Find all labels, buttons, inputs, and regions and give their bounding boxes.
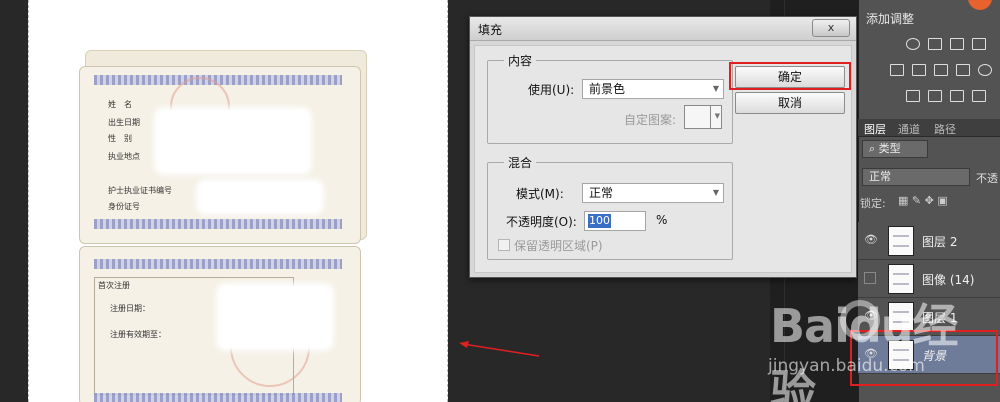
field-label: 身份证号 <box>108 202 140 211</box>
blend-mode-value: 正常 <box>869 170 891 183</box>
opacity-value: 100 <box>588 214 611 228</box>
tab-paths[interactable]: 路径 <box>934 121 956 137</box>
layer-name: 图像 (14) <box>922 273 975 287</box>
visibility-box[interactable] <box>864 272 876 284</box>
blend-mode-select[interactable]: 正常 <box>862 168 970 186</box>
eye-icon[interactable]: 👁 <box>864 234 878 246</box>
use-value: 前景色 <box>589 82 626 96</box>
mode-value: 正常 <box>589 186 614 200</box>
layer-row[interactable]: 👁 图层 2 <box>858 222 1000 260</box>
fill-dialog: 填充 x 内容 使用(U): 前景色 ▼ 自定图案: ▼ 混合 模式(M): 正… <box>469 16 857 278</box>
watermark-brand: Baidu经验 <box>770 299 959 402</box>
photoshop-workspace: 姓 名 出生日期 性 别 执业地点 护士执业证书编号 身份证号 首次注册 注册日… <box>0 0 1000 402</box>
watermark-url: jingyan.baidu.com <box>768 356 925 376</box>
ok-highlight-box <box>729 62 851 90</box>
chevron-down-icon: ▼ <box>712 188 719 197</box>
content-group: 内容 使用(U): 前景色 ▼ 自定图案: ▼ <box>487 52 733 144</box>
cancel-button[interactable]: 取消 <box>735 92 845 114</box>
vibrance-icon[interactable] <box>890 64 904 76</box>
curves-icon[interactable] <box>950 38 964 50</box>
pattern-band <box>94 393 342 402</box>
brightness-icon[interactable] <box>906 38 920 50</box>
opacity-unit: % <box>656 213 668 227</box>
opacity-input[interactable]: 100 <box>584 211 646 231</box>
search-icon: ⌕ <box>869 142 876 155</box>
invert-icon[interactable] <box>906 90 920 102</box>
chevron-down-icon: ▼ <box>714 112 720 120</box>
preserve-transparency-checkbox[interactable] <box>498 239 510 251</box>
photo-filter-icon[interactable] <box>978 64 992 76</box>
levels-icon[interactable] <box>928 38 942 50</box>
filter-value: 类型 <box>878 142 901 155</box>
field-label: 执业地点 <box>108 152 140 161</box>
document-bottom-page: 首次注册 注册日期： 注册有效期至： <box>79 246 361 402</box>
field-label: 性 别 <box>108 134 132 143</box>
mode-label: 模式(M): <box>516 187 564 201</box>
opacity-label: 不透明度(O): <box>506 215 577 229</box>
close-button[interactable]: x <box>812 19 850 37</box>
section-title: 首次注册 <box>98 281 130 290</box>
tab-layers[interactable]: 图层 <box>864 121 886 137</box>
bw-icon[interactable] <box>956 64 970 76</box>
color-balance-icon[interactable] <box>934 64 948 76</box>
layer-name: 图层 2 <box>922 235 958 249</box>
adjustments-title: 添加调整 <box>866 12 915 26</box>
use-select[interactable]: 前景色 ▼ <box>582 79 724 99</box>
threshold-icon[interactable] <box>950 90 964 102</box>
layers-tabbar: 图层 通道 路径 <box>858 119 1000 137</box>
pattern-label: 自定图案: <box>624 113 677 127</box>
pattern-band <box>94 259 342 269</box>
chevron-down-icon: ▼ <box>712 84 719 93</box>
field-label: 护士执业证书编号 <box>108 186 172 195</box>
annotation-arrow <box>459 341 540 357</box>
content-legend: 内容 <box>504 52 537 69</box>
dialog-titlebar[interactable]: 填充 x <box>470 17 856 41</box>
dialog-body: 内容 使用(U): 前景色 ▼ 自定图案: ▼ 混合 模式(M): 正常 ▼ 不… <box>474 45 852 273</box>
mode-select[interactable]: 正常 ▼ <box>582 183 724 203</box>
redacted-area <box>158 111 308 171</box>
use-label: 使用(U): <box>528 83 575 97</box>
hue-icon[interactable] <box>912 64 926 76</box>
preserve-transparency-label: 保留透明区域(P) <box>514 239 603 253</box>
blend-legend: 混合 <box>504 154 537 171</box>
field-label: 注册日期： <box>110 304 150 313</box>
document-top-page: 姓 名 出生日期 性 别 执业地点 护士执业证书编号 身份证号 <box>79 66 361 244</box>
document-image: 姓 名 出生日期 性 别 执业地点 护士执业证书编号 身份证号 首次注册 注册日… <box>79 50 369 402</box>
canvas[interactable]: 姓 名 出生日期 性 别 执业地点 护士执业证书编号 身份证号 首次注册 注册日… <box>28 0 448 402</box>
redacted-area <box>220 287 330 347</box>
layer-thumbnail <box>888 226 914 256</box>
tab-channels[interactable]: 通道 <box>898 121 920 137</box>
field-label: 姓 名 <box>108 100 132 109</box>
panel-opacity-label: 不透 <box>976 172 998 185</box>
lock-label: 锁定: <box>860 197 886 210</box>
pattern-picker[interactable]: ▼ <box>684 105 722 129</box>
pattern-band <box>94 219 342 229</box>
field-label: 出生日期 <box>108 118 140 127</box>
exposure-icon[interactable] <box>972 38 986 50</box>
posterize-icon[interactable] <box>928 90 942 102</box>
field-label: 注册有效期至： <box>110 330 166 339</box>
redacted-area <box>200 183 320 211</box>
layer-filter-select[interactable]: ⌕ 类型 <box>862 140 928 158</box>
swatch-divider <box>710 106 711 128</box>
gradient-map-icon[interactable] <box>972 90 986 102</box>
dialog-title: 填充 <box>478 23 503 37</box>
blend-group: 混合 模式(M): 正常 ▼ 不透明度(O): 100 % 保留透明区域(P) <box>487 154 733 260</box>
lock-icons[interactable]: ▦ ✎ ✥ ▣ <box>898 194 948 207</box>
